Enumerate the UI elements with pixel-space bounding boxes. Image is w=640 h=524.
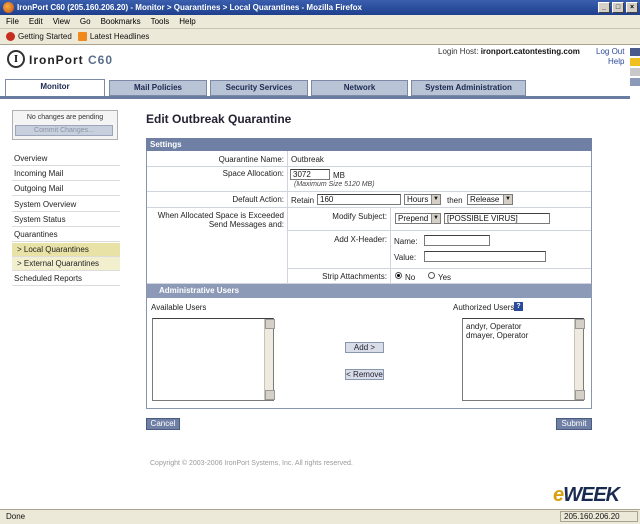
status-bar: Done [0, 509, 640, 524]
sidebar-item-quarantines[interactable]: Quarantines [12, 228, 120, 242]
authorized-users-label: Authorized Users [453, 303, 515, 312]
close-icon[interactable]: × [626, 2, 638, 13]
bookmarks-toolbar: Getting Started Latest Headlines [0, 29, 640, 45]
window-controls: _ □ × [598, 2, 638, 13]
strip-yes-radio[interactable] [428, 272, 435, 279]
available-users-label: Available Users [151, 303, 207, 312]
modify-subject-label: Modify Subject: [332, 212, 387, 221]
exceeded-label: When Allocated Space is Exceeded [157, 211, 284, 220]
retain-unit-select[interactable]: Hours ▼ [404, 194, 441, 205]
sidebar-item-outgoing-mail[interactable]: Outgoing Mail [12, 182, 120, 196]
help-icon[interactable]: ? [514, 302, 523, 311]
status-ip: 205.160.206.20 [560, 511, 638, 522]
menu-bar: File Edit View Go Bookmarks Tools Help [0, 15, 640, 29]
exceeded-label-2: Send Messages and: [208, 220, 284, 229]
chevron-down-icon: ▼ [503, 195, 512, 204]
bookmark-latest-headlines[interactable]: Latest Headlines [77, 32, 149, 41]
menu-view[interactable]: View [53, 17, 70, 26]
logout-link[interactable]: Log Out [596, 47, 624, 56]
default-action-label: Default Action: [232, 195, 284, 204]
submit-button[interactable]: Submit [556, 418, 592, 430]
menu-edit[interactable]: Edit [29, 17, 43, 26]
tab-mail-policies[interactable]: Mail Policies [109, 80, 207, 96]
menu-go[interactable]: Go [80, 17, 91, 26]
header-name-input[interactable] [424, 235, 490, 246]
then-label: then [447, 196, 463, 205]
header-name-label: Name: [394, 237, 418, 246]
ironport-logo: IronPort C60 [29, 53, 114, 67]
header-value-label: Value: [394, 253, 417, 262]
commit-changes-button[interactable]: Commit Changes... [15, 125, 113, 136]
quarantine-name-value: Outbreak [291, 155, 324, 164]
header-value-input[interactable] [424, 251, 546, 262]
menu-tools[interactable]: Tools [151, 17, 170, 26]
modify-subject-input[interactable]: [POSSIBLE VIRUS] [444, 213, 550, 224]
space-unit: MB [333, 171, 345, 180]
sidebar-item-local-quarantines[interactable]: > Local Quarantines [12, 243, 120, 257]
copyright: Copyright © 2003-2006 IronPort Systems, … [150, 460, 353, 467]
scrollbar[interactable] [574, 319, 585, 400]
pending-changes-text: No changes are pending [26, 114, 104, 121]
bookmark-getting-started[interactable]: Getting Started [6, 32, 72, 41]
sidebar-item-system-overview[interactable]: System Overview [12, 198, 120, 212]
space-allocation-label: Space Allocation: [222, 169, 284, 178]
eweek-watermark: eWEEK [553, 484, 620, 506]
remove-user-button[interactable]: < Remove [345, 369, 384, 380]
then-action-select[interactable]: Release ▼ [467, 194, 513, 205]
chevron-down-icon: ▼ [431, 195, 440, 204]
space-allocation-input[interactable]: 3072 [290, 169, 330, 180]
add-user-button[interactable]: Add > [345, 342, 384, 353]
maximize-icon[interactable]: □ [612, 2, 624, 13]
minimize-icon[interactable]: _ [598, 2, 610, 13]
window-titlebar: IronPort C60 (205.160.206.20) - Monitor … [0, 0, 640, 15]
sidebar-item-system-status[interactable]: System Status [12, 213, 120, 227]
sidebar-item-external-quarantines[interactable]: > External Quarantines [12, 257, 120, 271]
scrollbar[interactable] [264, 319, 275, 400]
menu-help[interactable]: Help [179, 17, 195, 26]
chevron-down-icon: ▼ [431, 214, 440, 223]
menu-file[interactable]: File [6, 17, 19, 26]
tab-system-administration[interactable]: System Administration [411, 80, 526, 96]
retain-input[interactable]: 160 [317, 194, 401, 205]
retain-label: Retain [291, 196, 315, 205]
available-users-list[interactable] [152, 318, 275, 401]
sidebar-item-scheduled-reports[interactable]: Scheduled Reports [12, 272, 120, 286]
menu-bookmarks[interactable]: Bookmarks [101, 17, 141, 26]
modify-subject-select[interactable]: Prepend ▼ [395, 213, 441, 224]
tab-network[interactable]: Network [311, 80, 408, 96]
strip-no-label: No [405, 273, 416, 282]
login-host: Login Host: ironport.catontesting.com [438, 47, 580, 56]
nav-divider [0, 96, 630, 99]
authorized-users-list[interactable]: andyr, Operator dmayer, Operator [462, 318, 585, 401]
list-item[interactable]: andyr, Operator [466, 322, 522, 331]
list-item[interactable]: dmayer, Operator [466, 331, 528, 340]
main-nav: Monitor Mail Policies Security Services … [0, 79, 640, 96]
page-title: Edit Outbreak Quarantine [146, 112, 292, 126]
space-max-hint: (Maximum Size 5120 MB) [294, 181, 375, 188]
bookmark-icon [6, 32, 15, 41]
sidebar-item-overview[interactable]: Overview [12, 152, 120, 166]
help-link[interactable]: Help [608, 57, 624, 66]
strip-no-radio[interactable] [395, 272, 402, 279]
rss-icon [77, 32, 87, 41]
quarantine-name-label: Quarantine Name: [218, 155, 284, 164]
tab-monitor[interactable]: Monitor [5, 79, 105, 96]
firefox-icon [3, 2, 14, 13]
cancel-button[interactable]: Cancel [146, 418, 180, 430]
settings-header: Settings [146, 138, 592, 151]
admin-users-header: Administrative Users [147, 284, 591, 298]
strip-attachments-label: Strip Attachments: [322, 272, 387, 281]
add-x-header-label: Add X-Header: [334, 235, 387, 244]
sidebar-item-incoming-mail[interactable]: Incoming Mail [12, 167, 120, 181]
ironport-logo-icon: I [7, 50, 25, 68]
tab-security-services[interactable]: Security Services [210, 80, 308, 96]
strip-yes-label: Yes [438, 273, 452, 282]
